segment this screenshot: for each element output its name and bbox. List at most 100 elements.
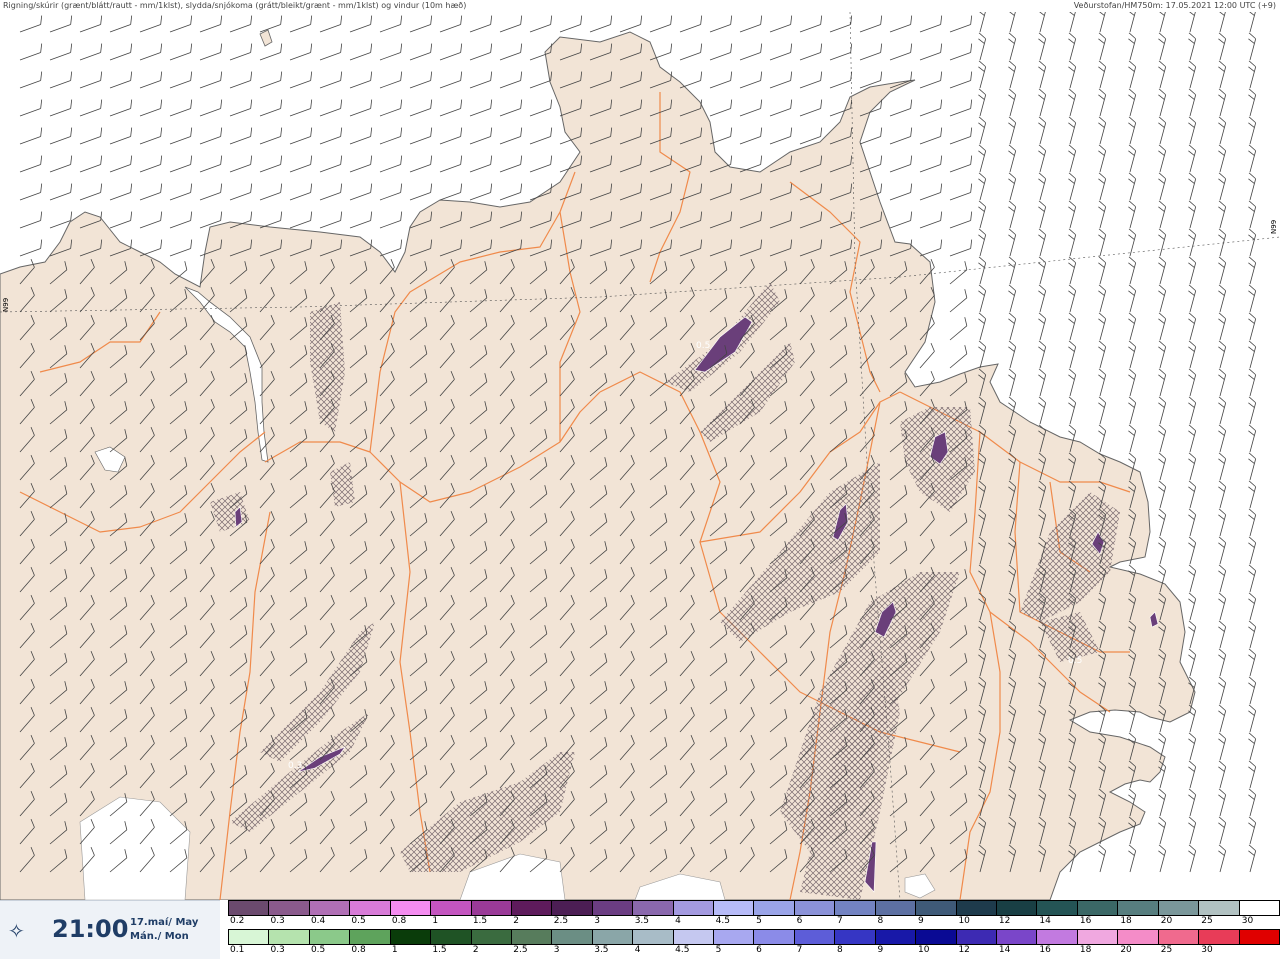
scale-label: 1: [432, 916, 439, 926]
color-swatch: [713, 900, 754, 916]
grid-label-east: N99: [1270, 220, 1278, 234]
scale-label: 0.3: [270, 916, 285, 926]
color-swatch: [672, 929, 714, 945]
scale-label: 7: [796, 945, 803, 955]
scale-label: 16: [1039, 945, 1051, 955]
color-swatch: [1157, 929, 1199, 945]
color-swatch: [308, 929, 350, 945]
color-swatch: [268, 900, 309, 916]
color-swatch: [915, 929, 956, 945]
scale-label: 2.5: [553, 916, 569, 926]
rain-color-scale: [228, 929, 1280, 945]
map-header: Rigning/skúrir (grænt/blátt/rautt - mm/1…: [0, 0, 1280, 12]
scale-label: 6: [796, 916, 803, 926]
color-swatch: [1198, 929, 1239, 945]
color-swatch: [874, 929, 916, 945]
color-swatch: [551, 900, 592, 916]
scale-label: 0.5: [310, 945, 326, 955]
color-swatch: [753, 929, 794, 945]
color-swatch: [713, 929, 754, 945]
scale-label: 9: [877, 945, 884, 955]
scale-label: 0.3: [270, 945, 285, 955]
scale-label: 30: [1241, 916, 1254, 926]
scale-label: 25: [1201, 916, 1213, 926]
scale-label: 0.8: [351, 945, 366, 955]
scale-label: 10: [917, 945, 930, 955]
snow-color-scale: [228, 900, 1280, 916]
scale-label: 30: [1201, 945, 1213, 955]
color-swatch: [793, 929, 835, 945]
scale-label: 0.2: [230, 916, 245, 926]
scale-label: 8: [837, 945, 843, 955]
scale-label: 4.5: [675, 945, 690, 955]
color-swatch: [228, 900, 269, 916]
color-swatch: [632, 929, 673, 945]
color-swatch: [874, 900, 916, 916]
model-run-info: Veðurstofan/HM750m: 17.05.2021 12:00 UTC…: [1073, 1, 1276, 10]
color-swatch: [1198, 900, 1239, 916]
scale-label: 6: [756, 945, 762, 955]
color-swatch: [510, 900, 552, 916]
color-swatch: [551, 929, 592, 945]
scale-label: 4: [634, 945, 641, 955]
precipitation-value-label: 0.5: [696, 341, 710, 351]
color-swatch: [1238, 900, 1280, 916]
time-selector-icon[interactable]: ✧: [8, 919, 25, 943]
color-swatch: [996, 900, 1037, 916]
scale-label: 0.1: [230, 945, 245, 955]
scale-label: 8: [877, 916, 884, 926]
scale-label: 4: [675, 916, 681, 926]
time-box: ✧ 21:00 17.maí/ May Mán./ Mon: [0, 900, 220, 959]
scale-label: 1.5: [472, 916, 488, 926]
scale-label: 0.4: [310, 916, 326, 926]
scale-label: 0.5: [351, 916, 366, 926]
color-swatch: [470, 929, 511, 945]
scale-label: 16: [1079, 916, 1092, 926]
color-swatch: [430, 929, 471, 945]
color-swatch: [308, 900, 350, 916]
color-swatch: [591, 929, 633, 945]
scale-label: 3.5: [634, 916, 650, 926]
snow-scale-labels: 0.2 0.3 0.4 0.5 0.8 1 1.5 2 2.5 3 3.5 4 4.5 5 6 7 8 9 10 12…: [228, 916, 1280, 928]
color-swatch: [996, 929, 1037, 945]
color-swatch: [1076, 900, 1118, 916]
scale-label: 12: [998, 916, 1011, 926]
color-swatch: [349, 929, 390, 945]
weather-map[interactable]: N99 N99 0.50.40.30.5: [0, 12, 1280, 900]
forecast-date-line1: 17.maí/ May: [130, 917, 199, 928]
scale-label: 4.5: [715, 916, 730, 926]
color-swatch: [470, 900, 511, 916]
color-swatch: [1238, 929, 1280, 945]
forecast-date-line2: Mán./ Mon: [130, 931, 189, 942]
scale-label: 2: [513, 916, 520, 926]
scale-label: 1: [391, 945, 398, 955]
color-swatch: [268, 929, 309, 945]
color-swatch: [389, 900, 431, 916]
scale-label: 20: [1120, 945, 1132, 955]
scale-label: 2.5: [513, 945, 528, 955]
scale-label: 0.8: [391, 916, 407, 926]
scale-label: 7: [837, 916, 843, 926]
scale-label: 14: [998, 945, 1011, 955]
scale-label: 25: [1160, 945, 1173, 955]
scale-label: 9: [917, 916, 924, 926]
color-swatch: [632, 900, 673, 916]
scale-label: 12: [958, 945, 970, 955]
color-swatch: [510, 929, 552, 945]
scale-label: 5: [756, 916, 762, 926]
color-swatch: [955, 929, 997, 945]
scale-label: 3: [553, 945, 560, 955]
color-swatch: [1036, 929, 1077, 945]
color-swatch: [834, 900, 875, 916]
color-swatch: [228, 929, 269, 945]
color-swatch: [915, 900, 956, 916]
color-swatch: [1036, 900, 1077, 916]
color-swatch: [1076, 929, 1118, 945]
color-swatch: [793, 900, 835, 916]
scale-label: 1.5: [432, 945, 447, 955]
scale-label: 14: [1039, 916, 1051, 926]
color-swatch: [430, 900, 471, 916]
color-swatch: [1117, 900, 1158, 916]
color-swatch: [389, 929, 431, 945]
scale-label: 3.5: [594, 945, 609, 955]
